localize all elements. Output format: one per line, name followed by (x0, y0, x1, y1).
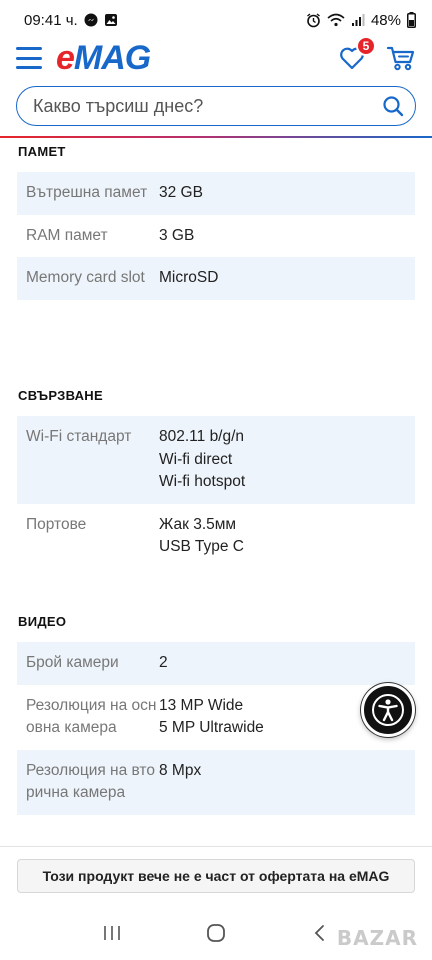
recent-apps-button[interactable] (92, 918, 132, 948)
back-icon (314, 925, 324, 941)
back-button[interactable] (300, 918, 340, 948)
home-icon (207, 924, 225, 942)
spec-row: Портове Жак 3.5мм USB Type C (17, 504, 415, 569)
menu-icon[interactable] (16, 47, 42, 69)
bottom-banner: Този продукт вече не е част от офертата … (0, 846, 432, 906)
home-button[interactable] (196, 918, 236, 948)
spec-row: Вътрешна памет 32 GB (17, 172, 415, 215)
favorites-badge: 5 (356, 36, 376, 56)
spec-table-video: Брой камери 2 Резолюция на основна камер… (17, 642, 415, 815)
spec-row: Резолюция на основна камера 13 MP Wide 5… (17, 685, 415, 750)
spec-label: RAM памет (26, 226, 108, 244)
spec-row: Брой камери 2 (17, 642, 415, 685)
spec-row: Резолюция на вторична камера 8 Mpx (17, 749, 415, 815)
section-title-video: ВИДЕО (18, 614, 67, 629)
spec-label: Резолюция на вторична камера (26, 761, 155, 802)
section-title-connectivity: СВЪРЗВАНЕ (18, 388, 103, 403)
spec-content[interactable]: ПАМЕТ Вътрешна памет 32 GB RAM памет 3 G… (0, 138, 432, 848)
emag-logo[interactable]: e MAG (56, 39, 151, 78)
spec-row: RAM памет 3 GB (17, 215, 415, 258)
spec-value: 8 Mpx (159, 761, 202, 779)
spec-label: Вътрешна памет (26, 184, 148, 201)
recent-apps-icon (104, 926, 120, 940)
spec-label: Портове (26, 515, 87, 533)
wifi-icon (327, 13, 345, 27)
status-bar: 09:41 ч. 48% (0, 0, 432, 40)
spec-label: Брой камери (26, 654, 119, 671)
battery-icon (407, 12, 416, 28)
app-header: e MAG 5 (0, 36, 432, 80)
spec-row: Wi-Fi стандарт 802.11 b/g/n Wi-fi direct… (17, 416, 415, 504)
search-icon[interactable] (381, 94, 405, 118)
spec-value: Wi-fi hotspot (159, 473, 246, 490)
spec-value: Жак 3.5мм (159, 515, 237, 533)
accessibility-button[interactable] (361, 683, 415, 737)
search-input[interactable] (33, 95, 381, 117)
messenger-icon (84, 13, 98, 27)
spec-label: Wi-Fi стандарт (26, 428, 132, 445)
signal-icon (351, 13, 365, 27)
spec-value: USB Type C (159, 538, 245, 555)
favorites-button[interactable]: 5 (338, 36, 376, 72)
watermark: BAZAR (336, 926, 418, 950)
spec-table-connectivity: Wi-Fi стандарт 802.11 b/g/n Wi-fi direct… (17, 416, 415, 569)
alarm-icon (306, 12, 321, 28)
status-time: 09:41 ч. (24, 11, 78, 29)
cart-icon (386, 46, 415, 71)
accessibility-icon (372, 694, 404, 726)
spec-value: Wi-fi direct (159, 450, 233, 468)
section-title-memory: ПАМЕТ (18, 144, 66, 159)
spec-table-memory: Вътрешна памет 32 GB RAM памет 3 GB Memo… (17, 172, 415, 300)
gallery-icon (104, 13, 118, 27)
spec-value: 32 GB (159, 184, 203, 201)
unavailable-product-button[interactable]: Този продукт вече не е част от офертата … (17, 859, 415, 893)
battery-percent: 48% (370, 11, 401, 29)
spec-value: 802.11 b/g/n (159, 428, 245, 445)
spec-value: MicroSD (159, 269, 219, 286)
spec-value: 3 GB (159, 226, 195, 244)
spec-value: 2 (159, 654, 168, 671)
spec-label: Резолюция на основна камера (26, 696, 157, 737)
spec-label: Memory card slot (26, 269, 145, 286)
cart-button[interactable] (386, 44, 416, 72)
search-bar (16, 86, 416, 126)
spec-row: Memory card slot MicroSD (17, 257, 415, 300)
